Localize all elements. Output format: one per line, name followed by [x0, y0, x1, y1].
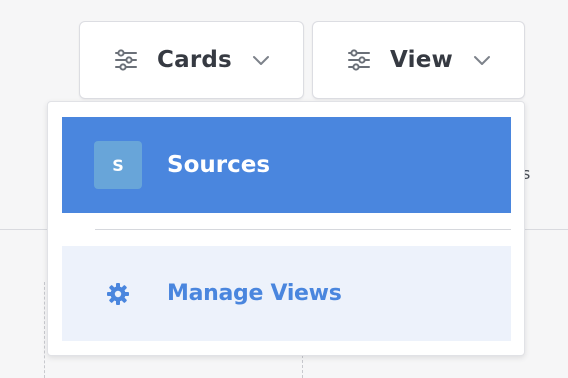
sliders-icon — [113, 47, 139, 73]
page: s Cards View S Sources Manage Views — [0, 0, 568, 378]
menu-item-label: Manage Views — [167, 281, 342, 306]
menu-item-sources[interactable]: S Sources — [62, 117, 511, 213]
cards-button-label: Cards — [157, 47, 232, 73]
view-button-label: View — [390, 47, 453, 73]
cards-dropdown-menu: S Sources Manage Views — [47, 101, 525, 356]
menu-divider — [95, 229, 511, 230]
menu-item-manage-views[interactable]: Manage Views — [62, 246, 511, 341]
view-dropdown-button[interactable]: View — [312, 21, 525, 99]
chevron-down-icon — [252, 54, 270, 66]
menu-item-label: Sources — [167, 152, 271, 178]
chevron-down-icon — [473, 54, 491, 66]
sources-avatar: S — [94, 141, 142, 189]
sliders-icon — [346, 47, 372, 73]
gear-icon — [105, 281, 131, 307]
cards-dropdown-button[interactable]: Cards — [79, 21, 304, 99]
background-dashed-guide — [44, 282, 45, 378]
